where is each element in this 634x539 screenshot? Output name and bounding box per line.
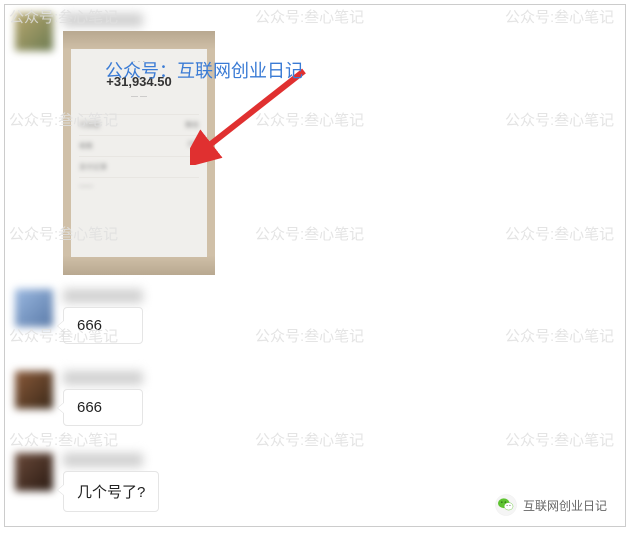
watermark: 公众号:叁心笔记	[255, 6, 364, 27]
chat-image[interactable]: · · · +31,934.50 — — 可自提微信 收款200 支付记录 ——	[63, 31, 215, 275]
chat-window: 公众号:叁心笔记 公众号:叁心笔记 公众号:叁心笔记 公众号:叁心笔记 公众号:…	[4, 4, 626, 527]
message-row: 几个号了?	[5, 447, 169, 518]
phone-amount: +31,934.50	[79, 74, 199, 89]
message-row: · · · +31,934.50 — — 可自提微信 收款200 支付记录 ——	[5, 7, 225, 281]
nickname-blurred	[63, 289, 143, 303]
watermark: 公众号:叁心笔记	[505, 6, 614, 27]
watermark: 公众号:叁心笔记	[505, 223, 614, 244]
phone-screenshot: · · · +31,934.50 — — 可自提微信 收款200 支付记录 ——	[71, 49, 207, 257]
nickname-blurred	[63, 371, 143, 385]
avatar[interactable]	[15, 371, 53, 409]
account-name: 互联网创业日记	[523, 497, 607, 514]
avatar[interactable]	[15, 289, 53, 327]
watermark: 公众号:叁心笔记	[505, 109, 614, 130]
wechat-icon	[495, 494, 517, 516]
watermark: 公众号:叁心笔记	[255, 325, 364, 346]
chat-bubble[interactable]: 666	[63, 307, 143, 344]
watermark: 公众号:叁心笔记	[255, 429, 364, 450]
phone-sub: — —	[79, 93, 199, 100]
avatar[interactable]	[15, 13, 53, 51]
account-badge[interactable]: 互联网创业日记	[495, 494, 607, 516]
watermark: 公众号:叁心笔记	[255, 223, 364, 244]
chat-text: 几个号了?	[77, 484, 145, 501]
nickname-blurred	[63, 453, 143, 467]
watermark: 公众号:叁心笔记	[505, 325, 614, 346]
watermark: 公众号:叁心笔记	[505, 429, 614, 450]
nickname-blurred	[63, 13, 143, 27]
avatar[interactable]	[15, 453, 53, 491]
message-row: 666	[5, 283, 153, 350]
message-row: 666	[5, 365, 153, 432]
chat-text: 666	[77, 317, 102, 334]
phone-header: · · ·	[79, 57, 199, 66]
chat-text: 666	[77, 399, 102, 416]
chat-bubble[interactable]: 几个号了?	[63, 471, 159, 512]
watermark: 公众号:叁心笔记	[255, 109, 364, 130]
chat-bubble[interactable]: 666	[63, 389, 143, 426]
